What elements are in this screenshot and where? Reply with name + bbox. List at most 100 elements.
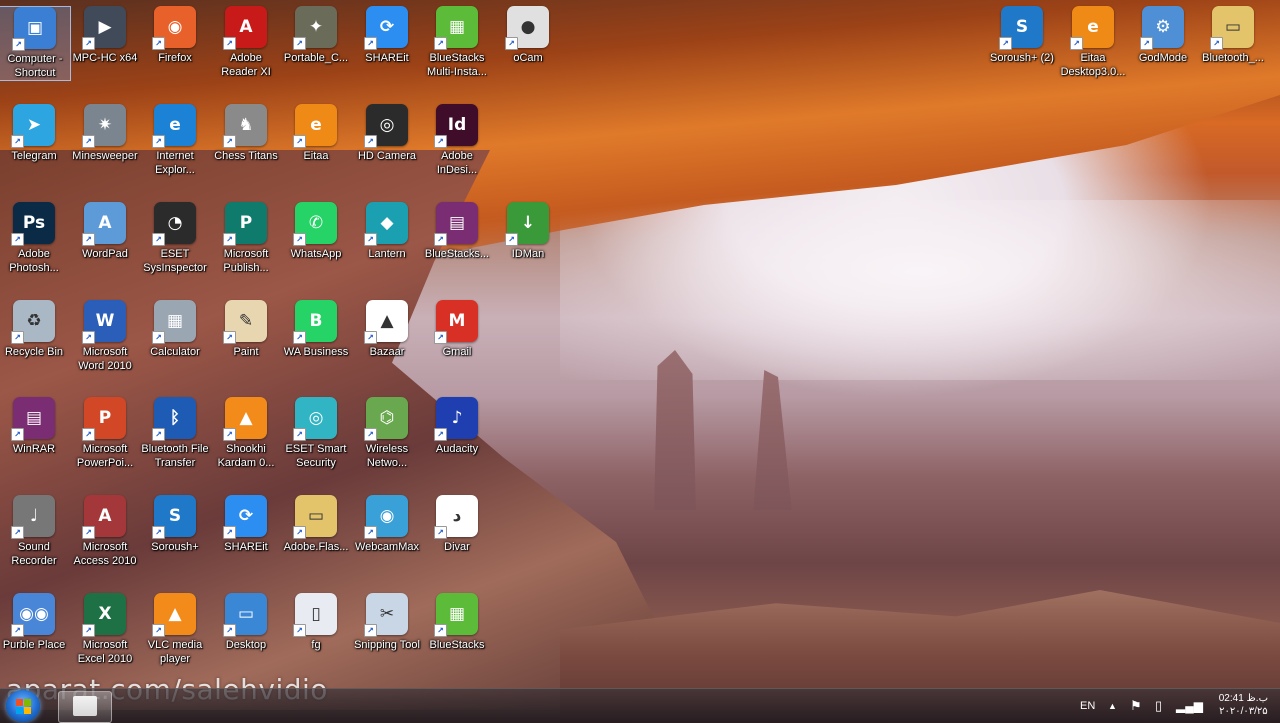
shortcut-arrow-icon: ↗ <box>152 135 165 148</box>
desktop-icon-ocam[interactable]: ● ↗ oCam <box>493 6 563 65</box>
wallpaper-spire <box>753 370 792 510</box>
desktop-icon-chess[interactable]: ♞ ↗ Chess Titans <box>211 104 281 163</box>
shortcut-arrow-icon: ↗ <box>364 37 377 50</box>
desktop-icon-bazaar[interactable]: ▲ ↗ Bazaar <box>352 300 422 359</box>
desktop-icon-label: Lantern <box>368 248 406 260</box>
soroush-icon: S ↗ <box>999 6 1043 50</box>
desktop-icon-winrar[interactable]: ▤ ↗ WinRAR <box>0 397 69 456</box>
desktop-icon-vlc[interactable]: ▲ ↗ Shookhi Kardam 0... <box>211 397 281 470</box>
shortcut-arrow-icon: ↗ <box>999 37 1012 50</box>
word-icon: W ↗ <box>82 300 126 344</box>
eitaa-icon: e ↗ <box>1070 6 1114 50</box>
desktop-icon-divar[interactable]: د ↗ Divar <box>422 495 492 554</box>
desktop-icon-telegram[interactable]: ➤ ↗ Telegram <box>0 104 69 163</box>
desktop-icon-file[interactable]: ▯ ↗ fg <box>281 593 351 652</box>
excel-icon: X ↗ <box>82 593 126 637</box>
windows-logo-icon <box>16 699 23 706</box>
paint-icon: ✎ ↗ <box>223 300 267 344</box>
shortcut-arrow-icon: ↗ <box>223 37 236 50</box>
desktop-icon-access[interactable]: A ↗ Microsoft Access 2010 <box>70 495 140 568</box>
desktop-icon-winrar[interactable]: ▤ ↗ BlueStacks... <box>422 202 492 261</box>
desktop-icon-idm[interactable]: ↓ ↗ IDMan <box>493 202 563 261</box>
network-signal-icon[interactable]: ▂▄▆ <box>1176 689 1203 723</box>
bluetooth-icon: ᛒ ↗ <box>152 397 196 441</box>
desktop-icon-microphone[interactable]: ♩ ↗ Sound Recorder <box>0 495 69 568</box>
desktop-icon-soroush[interactable]: S ↗ Soroush+ (2) <box>987 6 1057 65</box>
desktop-icon-webcam[interactable]: ◉ ↗ WebcamMax <box>352 495 422 554</box>
desktop-icon-bluestacks[interactable]: ▦ ↗ BlueStacks <box>422 593 492 652</box>
desktop-icon-mine[interactable]: ✷ ↗ Minesweeper <box>70 104 140 163</box>
desktop-icon-computer[interactable]: ▣ ↗ Computer - Shortcut <box>0 6 71 81</box>
desktop-icon-eitaa[interactable]: e ↗ Eitaa <box>281 104 351 163</box>
desktop-icon-wa-business[interactable]: B ↗ WA Business <box>281 300 351 359</box>
desktop-icon-counter-strike[interactable]: ✦ ↗ Portable_C... <box>281 6 351 65</box>
desktop-icon-shareit[interactable]: ⟳ ↗ SHAREit <box>211 495 281 554</box>
desktop-icon-gmail[interactable]: M ↗ Gmail <box>422 300 492 359</box>
desktop-icon-camera[interactable]: ◎ ↗ HD Camera <box>352 104 422 163</box>
desktop-icon-label: MPC-HC x64 <box>72 52 138 64</box>
desktop-icon-soroush[interactable]: S ↗ Soroush+ <box>140 495 210 554</box>
calculator-icon: ▦ ↗ <box>152 300 196 344</box>
desktop-icon-indesign[interactable]: Id ↗ Adobe InDesi... <box>422 104 492 177</box>
action-center-flag-icon[interactable]: ⚑ <box>1130 689 1142 723</box>
shortcut-arrow-icon: ↗ <box>434 624 447 637</box>
desktop-icon-firefox[interactable]: ◉ ↗ Firefox <box>140 6 210 65</box>
desktop-icon-wordpad[interactable]: A ↗ WordPad <box>70 202 140 261</box>
mine-icon: ✷ ↗ <box>82 104 126 148</box>
desktop-icon-eitaa[interactable]: e ↗ Eitaa Desktop3.0... <box>1058 6 1128 79</box>
desktop-icon-ie[interactable]: e ↗ Internet Explor... <box>140 104 210 177</box>
desktop-icon-pdf[interactable]: A ↗ Adobe Reader XI <box>211 6 281 79</box>
desktop-icon-powerpoint[interactable]: P ↗ Microsoft PowerPoi... <box>70 397 140 470</box>
ocam-icon: ● ↗ <box>505 6 549 50</box>
shortcut-arrow-icon: ↗ <box>12 38 25 51</box>
desktop-icon-excel[interactable]: X ↗ Microsoft Excel 2010 <box>70 593 140 666</box>
system-clock[interactable]: 02:41 ب.ظ ۲۰۲۰/۰۳/۲۵ <box>1219 692 1268 718</box>
desktop-icon-folder[interactable]: ▭ ↗ Adobe.Flas... <box>281 495 351 554</box>
desktop-icon-control-panel[interactable]: ⚙ ↗ GodMode <box>1128 6 1198 65</box>
desktop-icon-label: Portable_C... <box>283 52 349 64</box>
pdf-icon: A ↗ <box>223 6 267 50</box>
desktop-icon-network[interactable]: ⌬ ↗ Wireless Netwo... <box>352 397 422 470</box>
desktop-icon-shareit[interactable]: ⟳ ↗ SHAREit <box>352 6 422 65</box>
media-player-icon: ▶ ↗ <box>82 6 126 50</box>
desktop-icon-label: Audacity <box>435 443 479 455</box>
taskbar-pinned-app[interactable] <box>58 691 112 723</box>
desktop-icon-bluetooth[interactable]: ᛒ ↗ Bluetooth File Transfer <box>140 397 210 470</box>
desktop-icon-eyes[interactable]: ◉◉ ↗ Purble Place <box>0 593 69 652</box>
vlc-icon: ▲ ↗ <box>223 397 267 441</box>
winrar-icon: ▤ ↗ <box>11 397 55 441</box>
desktop-icon-photoshop[interactable]: Ps ↗ Adobe Photosh... <box>0 202 69 275</box>
desktop-icon-desktop[interactable]: ▭ ↗ Desktop <box>211 593 281 652</box>
start-button[interactable] <box>6 690 40 722</box>
desktop-icon-lantern[interactable]: ◆ ↗ Lantern <box>352 202 422 261</box>
desktop-icon-whatsapp[interactable]: ✆ ↗ WhatsApp <box>281 202 351 261</box>
desktop-icon-word[interactable]: W ↗ Microsoft Word 2010 <box>70 300 140 373</box>
show-hidden-icons-icon[interactable]: ▲ <box>1108 689 1117 723</box>
desktop-icon-folder[interactable]: ▭ ↗ Bluetooth_... <box>1198 6 1268 65</box>
shortcut-arrow-icon: ↗ <box>364 428 377 441</box>
desktop-icon-bluestacks[interactable]: ▦ ↗ BlueStacks Multi-Insta... <box>422 6 492 79</box>
desktop-icon-label: Eitaa Desktop3.0... <box>1060 52 1126 78</box>
language-indicator[interactable]: EN <box>1080 689 1095 723</box>
desktop-icon-recycle-bin[interactable]: ♻ ↗ Recycle Bin <box>0 300 69 359</box>
recycle-bin-icon: ♻ ↗ <box>11 300 55 344</box>
desktop-icon-calculator[interactable]: ▦ ↗ Calculator <box>140 300 210 359</box>
shortcut-arrow-icon: ↗ <box>364 624 377 637</box>
battery-icon[interactable]: ▯ <box>1155 689 1162 723</box>
desktop-icon-label: SHAREit <box>224 541 268 553</box>
desktop-icon-label: Telegram <box>11 150 57 162</box>
taskbar: EN ▲ ⚑ ▯ ▂▄▆ 02:41 ب.ظ ۲۰۲۰/۰۳/۲۵ <box>0 688 1280 723</box>
desktop-icon-label: WordPad <box>82 248 128 260</box>
desktop-icon-eset[interactable]: ◎ ↗ ESET Smart Security <box>281 397 351 470</box>
desktop-icon-media-player[interactable]: ▶ ↗ MPC-HC x64 <box>70 6 140 65</box>
desktop-icon-vlc[interactable]: ▲ ↗ VLC media player <box>140 593 210 666</box>
desktop-icon-publisher[interactable]: P ↗ Microsoft Publish... <box>211 202 281 275</box>
desktop-icon-scissors[interactable]: ✂ ↗ Snipping Tool <box>352 593 422 652</box>
desktop-icon-paint[interactable]: ✎ ↗ Paint <box>211 300 281 359</box>
desktop-icon-audacity[interactable]: ♪ ↗ Audacity <box>422 397 492 456</box>
shortcut-arrow-icon: ↗ <box>293 135 306 148</box>
desktop-icon-gauge[interactable]: ◔ ↗ ESET SysInspector <box>140 202 210 275</box>
access-icon: A ↗ <box>82 495 126 539</box>
shortcut-arrow-icon: ↗ <box>152 624 165 637</box>
desktop-icon-label: Calculator <box>150 346 200 358</box>
